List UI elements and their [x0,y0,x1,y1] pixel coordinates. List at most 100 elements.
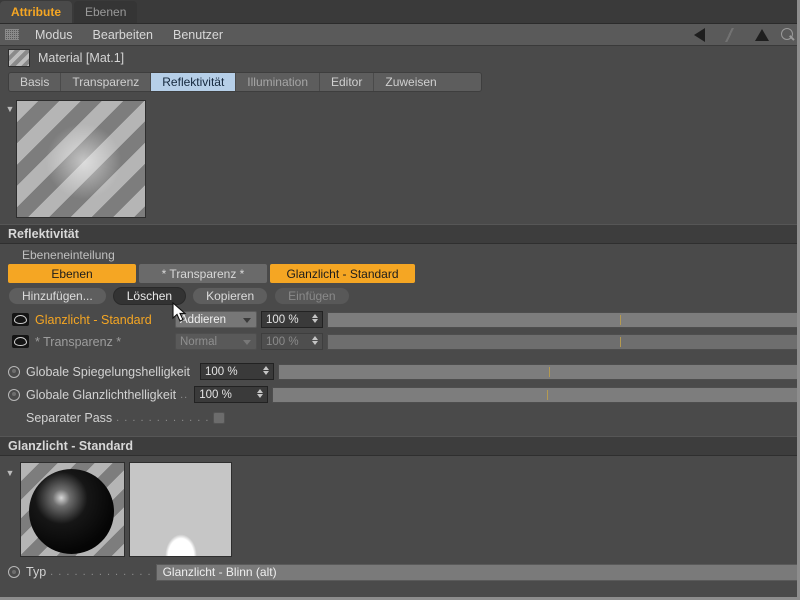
search-icon[interactable] [781,27,796,43]
specular-type-value: Glanzlicht - Blinn (alt) [162,565,277,579]
opacity-slider[interactable] [327,311,800,328]
tab-attribute[interactable]: Attribute [0,1,72,23]
arrow-cursor [172,302,187,322]
dot-leader: .. [180,388,189,401]
tab-basis-label: Basis [20,75,50,89]
add-layer-button[interactable]: Hinzufügen... [8,287,107,305]
global-reflection-stepper[interactable] [263,366,270,375]
segment-transparenz[interactable]: * Transparenz * [139,264,267,283]
tab-attribute-label: Attribute [11,5,61,19]
opacity-slider [327,333,800,350]
global-reflection-brightness-value: 100 % [205,365,238,378]
segment-ebenen-label: Ebenen [51,266,93,281]
object-header: Material [Mat.1] [0,46,800,70]
triangle-up-icon[interactable] [755,29,769,41]
tab-ebenen-label: Ebenen [85,5,127,19]
layering-label-row: Ebeneneinteilung [0,244,800,264]
menu-bar: Modus Bearbeiten Benutzer [0,24,800,46]
tab-editor[interactable]: Editor [320,73,375,91]
radio-icon[interactable] [8,388,20,401]
chevron-down-icon [243,340,251,345]
section-header-reflectivity: Reflektivität [0,224,800,244]
menu-bar-tools [694,24,800,46]
copy-layer-label: Kopieren [206,289,255,303]
material-preview-row: ▼ [0,92,800,224]
triangle-left-icon[interactable] [694,28,705,42]
tab-transparenz-label: Transparenz [72,75,140,89]
slider-tick [546,389,548,400]
menu-bearbeiten[interactable]: Bearbeiten [83,28,163,42]
global-reflection-brightness-field[interactable]: 100 % [200,363,275,380]
section-header-specular: Glanzlicht - Standard [0,436,800,456]
segment-glanzlicht-standard-label: Glanzlicht - Standard [286,266,399,281]
blend-mode-value: Normal [180,335,218,348]
global-reflection-brightness-row: Globale Spiegelungshelligkeit 100 % [0,361,800,382]
layering-label: Ebeneneinteilung [22,248,115,262]
radio-icon[interactable] [8,365,20,378]
segment-glanzlicht-standard[interactable]: Glanzlicht - Standard [270,264,415,283]
specular-type-label: Typ [26,565,47,579]
dotted-grip-icon[interactable] [5,29,19,40]
eye-icon[interactable] [12,313,29,326]
specular-preview-row: ▼ [0,456,800,562]
specular-type-dropdown[interactable]: Glanzlicht - Blinn (alt) [155,563,800,581]
tab-illumination-label: Illumination [247,75,308,89]
tab-transparenz[interactable]: Transparenz [61,73,152,91]
attribute-manager-window: Attribute Ebenen Modus Bearbeiten Benutz… [0,0,800,600]
slider-tick [549,366,551,377]
caret-down-icon[interactable]: ▼ [4,104,16,114]
global-specular-brightness-field[interactable]: 100 % [194,386,269,403]
tab-zuweisen-label: Zuweisen [385,75,437,89]
caret-down-icon[interactable]: ▼ [4,468,16,478]
global-specular-stepper[interactable] [257,389,264,398]
segment-ebenen[interactable]: Ebenen [8,264,136,283]
specular-falloff-curve[interactable] [129,462,232,557]
chevron-down-icon [243,318,251,323]
delete-layer-label: Löschen [126,289,173,303]
layer-name: Glanzlicht - Standard [35,312,152,327]
menu-modus[interactable]: Modus [25,28,83,42]
opacity-field[interactable]: 100 % [261,311,323,328]
segment-transparenz-label: * Transparenz * [161,266,245,281]
add-layer-label: Hinzufügen... [22,289,93,303]
opacity-stepper [312,336,318,345]
radio-icon[interactable] [8,566,20,578]
material-preview-thumbnail[interactable] [16,100,146,218]
slider-tick [620,314,622,325]
table-row[interactable]: Glanzlicht - Standard Addieren 100 % [0,309,800,330]
paste-layer-button: Einfügen [274,287,350,305]
separate-pass-label: Separater Pass [26,410,113,425]
tab-illumination[interactable]: Illumination [236,73,320,91]
attribute-tab-bar: Basis Transparenz Reflektivität Illumina… [8,72,482,92]
global-reflection-brightness-label: Globale Spiegelungshelligkeit [26,364,191,379]
global-specular-brightness-label: Globale Glanzlichthelligkeit [26,387,177,402]
manager-tab-strip: Attribute Ebenen [0,0,800,24]
slider-tick [620,336,622,347]
global-specular-brightness-value: 100 % [199,388,232,401]
menu-benutzer[interactable]: Benutzer [163,28,233,42]
copy-layer-button[interactable]: Kopieren [192,287,269,305]
eye-icon[interactable] [12,335,29,348]
tab-reflektivitaet[interactable]: Reflektivität [151,73,237,91]
layer-name: * Transparenz * [35,334,122,349]
tab-zuweisen[interactable]: Zuweisen [374,73,447,91]
page-title: Material [Mat.1] [38,51,125,65]
opacity-stepper[interactable] [312,314,318,323]
dot-leader: . . . . . . . . . . . . . [50,566,152,578]
opacity-value: 100 % [266,313,299,326]
opacity-value: 100 % [266,335,299,348]
global-reflection-brightness-slider[interactable] [278,363,800,380]
tab-ebenen[interactable]: Ebenen [74,1,138,23]
layering-segment-group: Ebenen * Transparenz * Glanzlicht - Stan… [0,264,800,283]
opacity-field: 100 % [261,333,323,350]
specular-sphere-preview[interactable] [20,462,125,557]
tab-basis[interactable]: Basis [9,73,62,91]
separate-pass-checkbox[interactable] [213,411,226,424]
paste-layer-label: Einfügen [288,289,336,303]
global-specular-brightness-slider[interactable] [272,386,800,403]
table-row[interactable]: * Transparenz * Normal 100 % [0,331,800,352]
blend-mode-dropdown: Normal [175,333,257,350]
tab-editor-label: Editor [331,75,363,89]
tab-reflektivitaet-label: Reflektivität [162,75,225,89]
dot-leader: . . . . . . . . . . . . [116,411,210,424]
